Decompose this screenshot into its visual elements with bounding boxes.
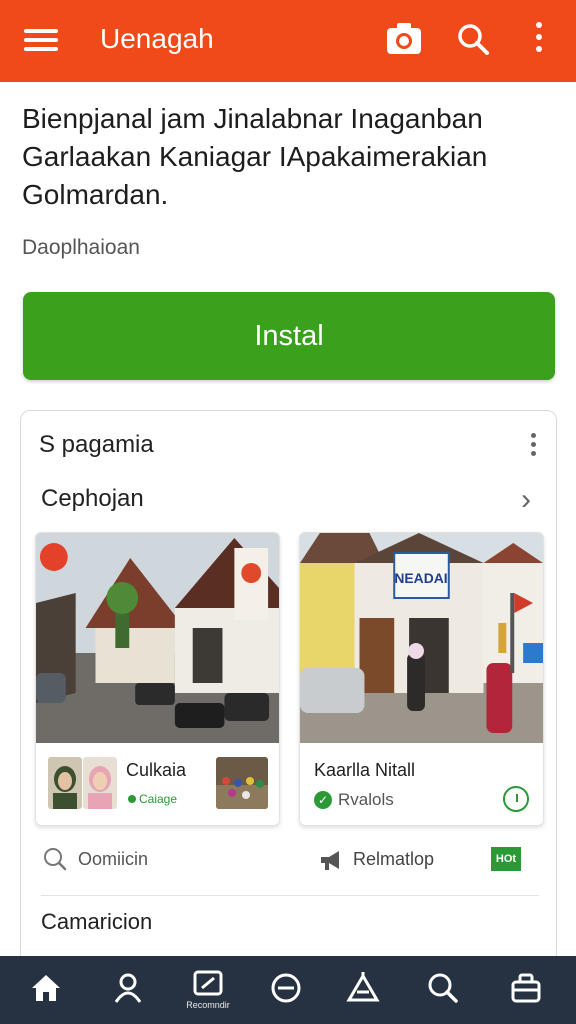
thumbnail-crowd	[216, 757, 268, 809]
bottom-nav: Recomndir	[0, 956, 576, 1024]
page-subtitle: Daoplhaioan	[22, 236, 140, 259]
compass-icon[interactable]	[268, 970, 304, 1006]
shop-front-photo: NEADAI	[300, 533, 543, 743]
hot-badge: HOt	[491, 847, 521, 871]
action-row: Oomiicin Relmatlop HOt	[21, 841, 558, 877]
tile-1-label: Culkaia	[126, 760, 187, 780]
camera-icon[interactable]	[385, 20, 423, 58]
hamburger-menu-icon[interactable]	[24, 25, 58, 55]
search-icon[interactable]	[455, 21, 491, 57]
search-icon[interactable]	[43, 847, 67, 871]
street-houses-photo	[36, 533, 279, 743]
edit-icon[interactable]	[190, 966, 226, 1002]
nav-center-label: Recomndir	[186, 1000, 230, 1010]
megaphone-icon	[321, 851, 339, 870]
headline-line-3: Golmardan.	[22, 179, 169, 210]
tile-2-label: Kaarlla Nitall	[314, 760, 416, 780]
tile-2-status-text: Rvalols	[338, 790, 394, 809]
content-card: S pagamia Cephojan › Culkaia Caiage NEAD…	[20, 410, 557, 970]
more-vertical-icon[interactable]	[532, 22, 546, 58]
tent-icon[interactable]	[345, 970, 381, 1006]
section-title: S pagamia	[39, 431, 154, 458]
check-circle-icon: ✓	[314, 791, 332, 809]
app-title: Uenagah	[100, 23, 214, 54]
tile-2-status: ✓ Rvalols	[314, 790, 394, 810]
search-icon[interactable]	[425, 970, 461, 1006]
section-more-icon[interactable]	[527, 433, 539, 457]
photo-tile-2[interactable]: NEADAI Kaarlla Nitall ✓ Rvalols	[299, 532, 544, 826]
row-related-link[interactable]: Relmatlop	[353, 849, 434, 870]
photo-tile-1[interactable]: Culkaia Caiage	[35, 532, 280, 826]
chevron-right-icon[interactable]: ›	[521, 485, 531, 515]
footer-heading: Camaricion	[41, 909, 153, 934]
headline-line-1: Bienpjanal jam Jinalabnar Inaganban	[22, 103, 483, 134]
bag-icon[interactable]	[508, 970, 544, 1006]
page-headline: Bienpjanal jam Jinalabnar Inaganban Garl…	[22, 100, 552, 214]
profile-icon[interactable]	[110, 970, 146, 1006]
divider	[41, 895, 539, 896]
thumbnail-woman-1	[48, 757, 82, 809]
headline-line-2: Garlaakan Kaniagar IApakaimerakian	[22, 141, 488, 172]
row-search-text[interactable]: Oomiicin	[78, 849, 148, 870]
app-bar: Uenagah	[0, 0, 576, 82]
shop-banner-text: NEADAI	[394, 570, 447, 586]
tile-1-mini-text: Caiage	[139, 792, 178, 806]
tile-1-mini-label: Caiage	[128, 792, 177, 806]
install-button[interactable]: Instal	[23, 292, 555, 380]
info-circle-icon[interactable]	[503, 786, 529, 812]
thumbnail-woman-2	[83, 757, 117, 809]
home-icon[interactable]	[28, 970, 64, 1006]
section-subheading[interactable]: Cephojan	[41, 485, 144, 513]
